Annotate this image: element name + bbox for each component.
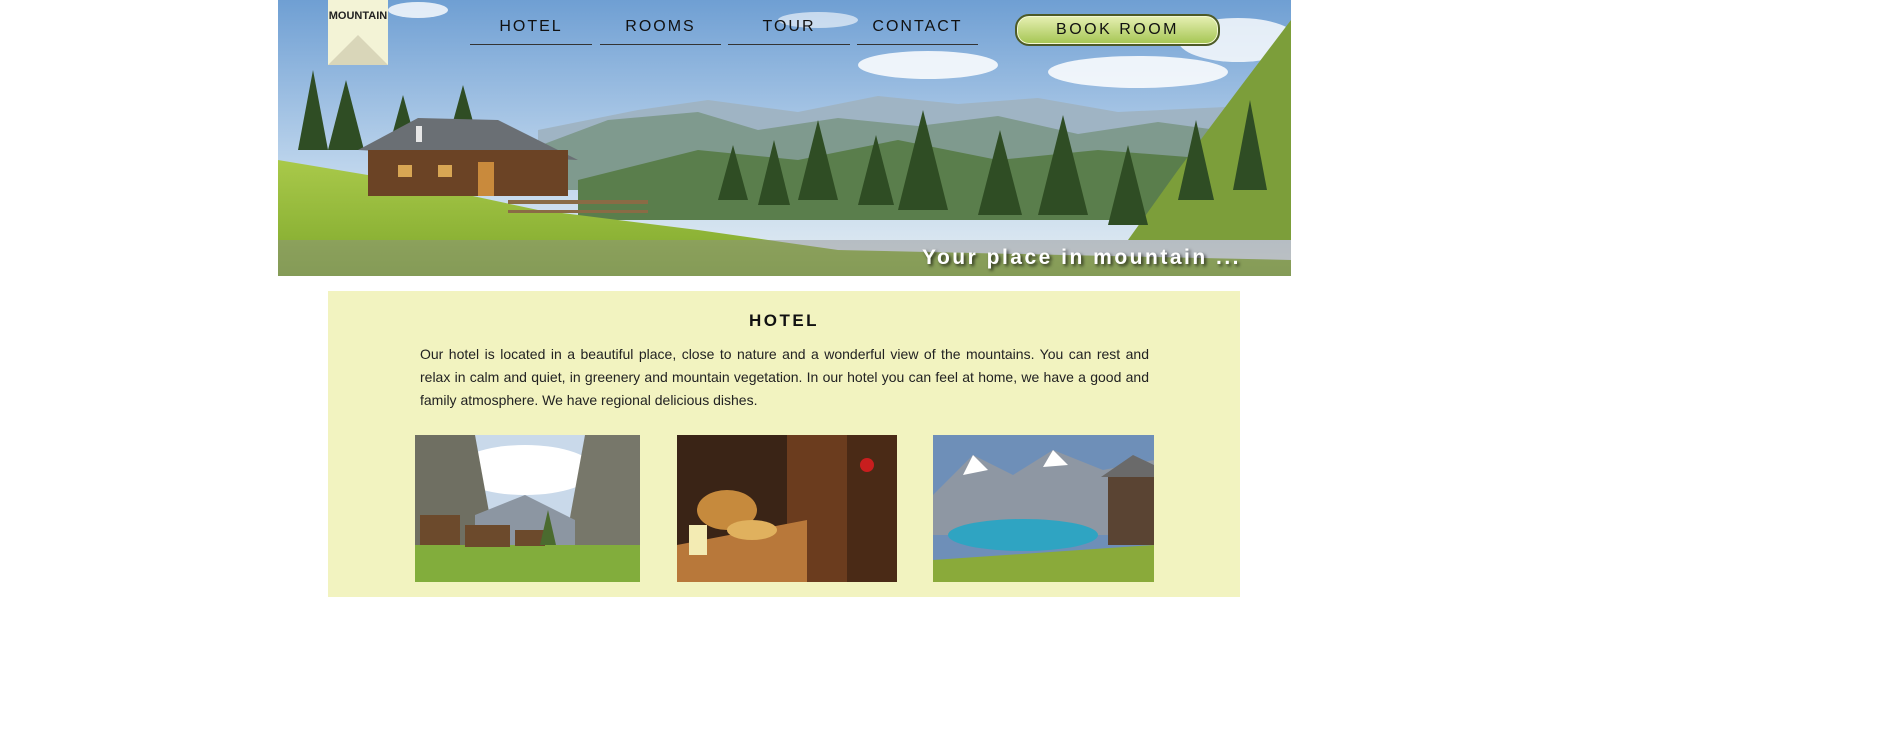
- site-logo[interactable]: MOUNTAIN: [328, 0, 388, 65]
- nav-item-rooms[interactable]: ROOMS: [600, 18, 721, 45]
- hotel-section: HOTEL Our hotel is located in a beautifu…: [328, 291, 1240, 597]
- photo-alpine-village: [415, 435, 640, 582]
- photo-mountain-lake: [933, 435, 1154, 582]
- hero-tagline: Your place in mountain ...: [922, 246, 1241, 269]
- photo-breakfast-buffet: [677, 435, 897, 582]
- nav-item-hotel[interactable]: HOTEL: [470, 18, 592, 45]
- logo-mountain-icon: [328, 35, 388, 65]
- section-description: Our hotel is located in a beautiful plac…: [420, 346, 1149, 408]
- hero-banner: MOUNTAIN HOTEL ROOMS TOUR CONTACT BOOK R…: [278, 0, 1291, 276]
- logo-text: MOUNTAIN: [328, 10, 388, 22]
- nav-item-contact[interactable]: CONTACT: [857, 18, 978, 45]
- section-title: HOTEL: [748, 311, 820, 330]
- book-room-button[interactable]: BOOK ROOM: [1015, 14, 1220, 46]
- nav-item-tour[interactable]: TOUR: [728, 18, 850, 45]
